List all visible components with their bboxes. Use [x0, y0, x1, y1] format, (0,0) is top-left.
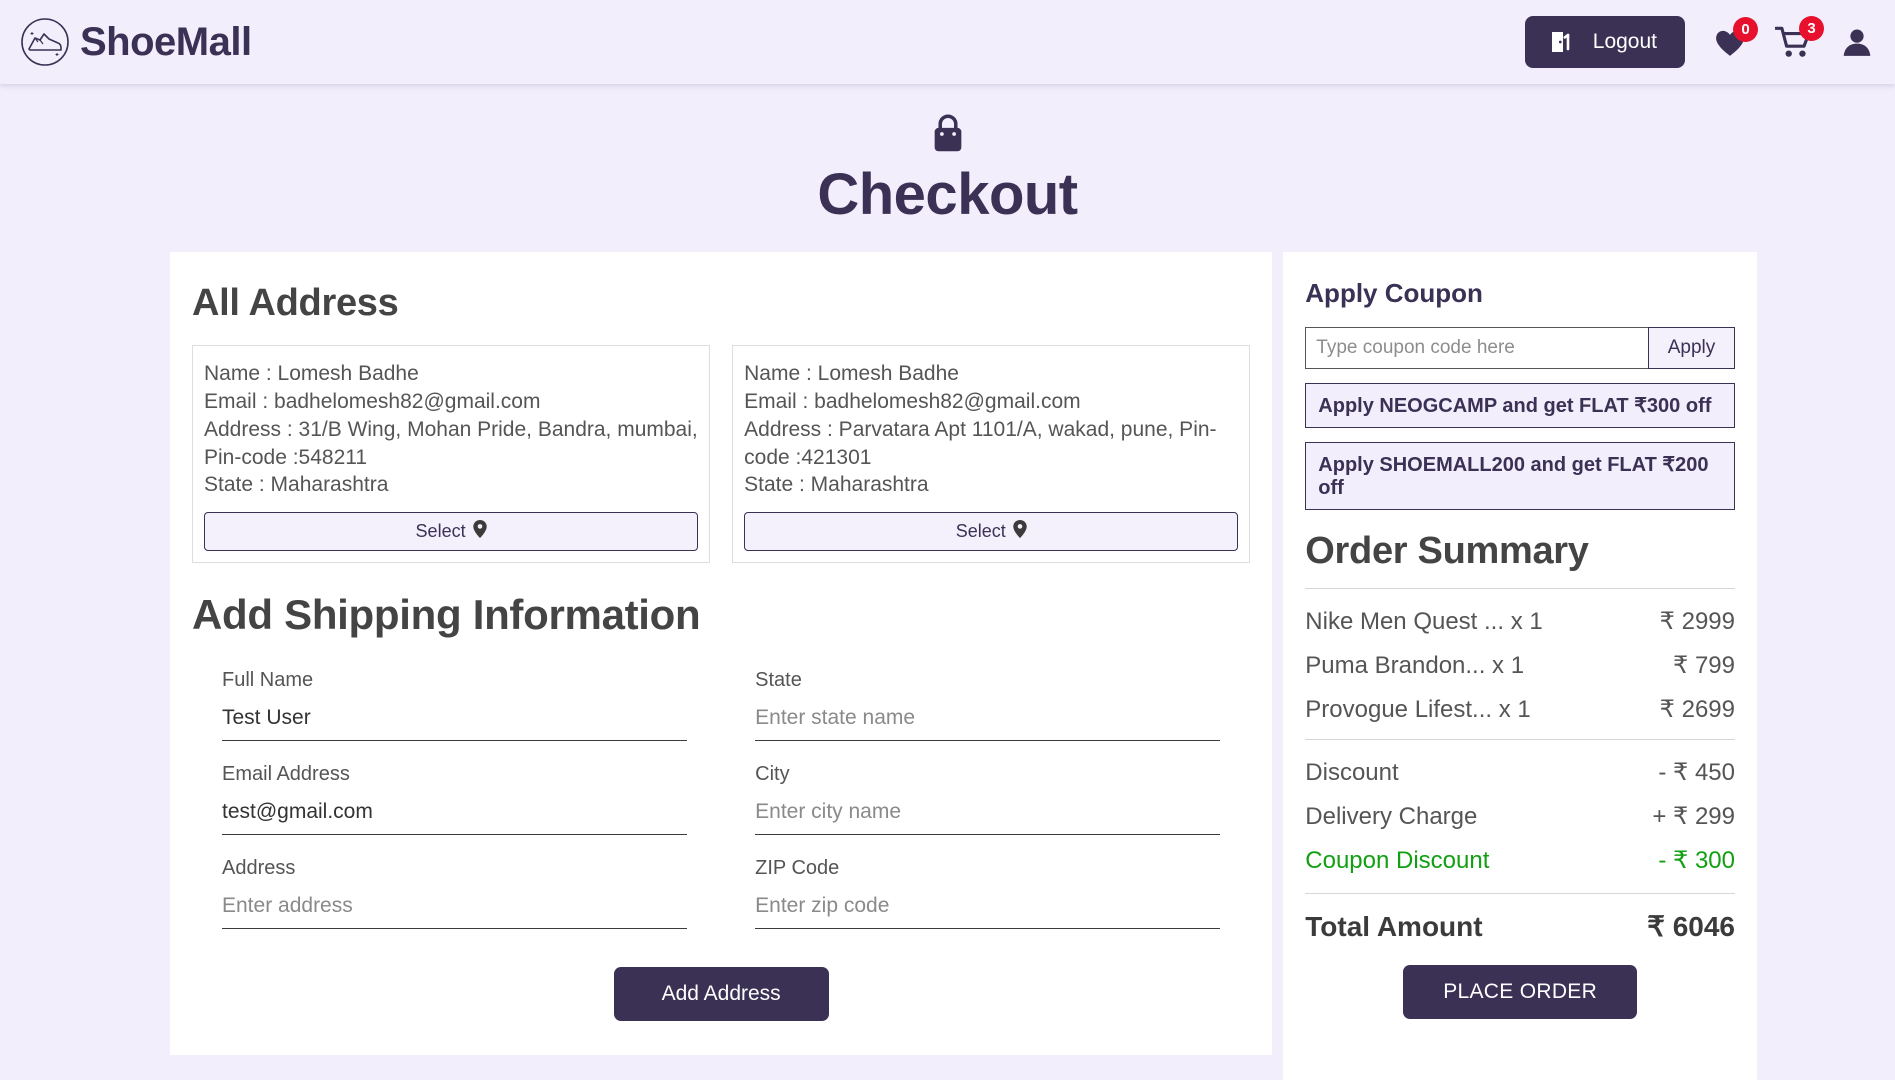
map-pin-icon: [1013, 520, 1027, 543]
delivery-charge-row: Delivery Charge + ₹ 299: [1305, 787, 1735, 831]
address-card[interactable]: Name : Lomesh Badhe Email : badhelomesh8…: [732, 344, 1251, 564]
discount-row: Discount - ₹ 450: [1305, 740, 1735, 787]
field-label: Full Name: [222, 669, 314, 692]
select-address-label: Select: [955, 521, 1006, 542]
wishlist-badge: 0: [1733, 17, 1758, 42]
field-label: City: [755, 763, 790, 786]
place-order-row: PLACE ORDER: [1305, 964, 1735, 1019]
logout-button[interactable]: Logout: [1524, 16, 1685, 68]
address-name: Name : Lomesh Badhe: [204, 361, 419, 385]
coupon-code-input[interactable]: [1305, 326, 1648, 369]
apply-coupon-button[interactable]: Apply: [1648, 326, 1735, 369]
coupon-input-row: Apply: [1305, 326, 1735, 369]
address-card-list: Name : Lomesh Badhe Email : badhelomesh8…: [192, 344, 1251, 564]
address-street: Address : 31/B Wing, Mohan Pride, Bandra…: [204, 417, 698, 469]
summary-item-name: Provogue Lifest... x 1: [1305, 695, 1531, 723]
field-city: City: [755, 763, 1221, 849]
delivery-charge-label: Delivery Charge: [1305, 802, 1478, 830]
field-label: Address: [222, 857, 296, 880]
full-name-input[interactable]: [222, 692, 688, 742]
coupon-offer-shoemall200[interactable]: Apply SHOEMALL200 and get FLAT ₹200 off: [1305, 441, 1735, 510]
address-name: Name : Lomesh Badhe: [744, 361, 959, 385]
address-street: Address : Parvatara Apt 1101/A, wakad, p…: [744, 417, 1217, 469]
add-address-row: Add Address: [192, 967, 1250, 1022]
cart-badge: 3: [1799, 16, 1824, 41]
logout-label: Logout: [1592, 30, 1657, 53]
apply-coupon-title: Apply Coupon: [1305, 277, 1483, 308]
shipping-form: Full Name State Email Address City Addre…: [192, 669, 1250, 943]
delivery-charge-value: + ₹ 299: [1652, 802, 1735, 830]
email-input[interactable]: [222, 786, 688, 836]
select-address-label: Select: [415, 521, 466, 542]
address-input[interactable]: [222, 880, 688, 930]
header-actions: Logout 0 3: [1524, 16, 1873, 68]
coupon-discount-row: Coupon Discount - ₹ 300: [1305, 831, 1735, 875]
field-label: State: [755, 669, 802, 692]
shopping-bag-icon: [929, 114, 967, 159]
add-address-button[interactable]: Add Address: [613, 967, 829, 1022]
field-label: ZIP Code: [755, 857, 840, 880]
summary-item-name: Puma Brandon... x 1: [1305, 651, 1525, 679]
coupon-discount-value: - ₹ 300: [1658, 846, 1735, 874]
address-state: State : Maharashtra: [204, 473, 389, 497]
select-address-button[interactable]: Select: [744, 512, 1239, 552]
coupon-offer-neogcamp[interactable]: Apply NEOGCAMP and get FLAT ₹300 off: [1305, 382, 1735, 428]
site-header: ShoeMall Logout 0 3: [0, 0, 1895, 84]
summary-item-price: ₹ 2999: [1659, 607, 1735, 635]
profile-button[interactable]: [1841, 26, 1873, 58]
field-address: Address: [222, 857, 688, 943]
city-input[interactable]: [755, 786, 1221, 836]
summary-panel: Apply Coupon Apply Apply NEOGCAMP and ge…: [1283, 251, 1757, 1080]
place-order-button[interactable]: PLACE ORDER: [1403, 964, 1638, 1019]
address-panel: All Address Name : Lomesh Badhe Email : …: [170, 251, 1273, 1056]
total-amount-row: Total Amount ₹ 6046: [1305, 894, 1735, 943]
summary-item-price: ₹ 2699: [1659, 695, 1735, 723]
discount-label: Discount: [1305, 758, 1399, 786]
order-summary-title: Order Summary: [1305, 529, 1589, 572]
address-state: State : Maharashtra: [744, 473, 929, 497]
zip-code-input[interactable]: [755, 880, 1221, 930]
brand-name: ShoeMall: [80, 20, 252, 64]
shoe-circle-logo-icon: [20, 17, 70, 67]
total-amount-value: ₹ 6046: [1647, 910, 1735, 942]
summary-item-row: Provogue Lifest... x 1 ₹ 2699: [1305, 680, 1735, 724]
address-email: Email : badhelomesh82@gmail.com: [744, 389, 1081, 413]
checkout-layout: All Address Name : Lomesh Badhe Email : …: [0, 251, 1895, 1080]
field-email-address: Email Address: [222, 763, 688, 849]
page-title: Checkout: [817, 162, 1078, 227]
user-person-icon: [1841, 26, 1873, 58]
shipping-form-title: Add Shipping Information: [192, 591, 701, 639]
discount-value: - ₹ 450: [1658, 758, 1735, 786]
summary-item-row: Puma Brandon... x 1 ₹ 799: [1305, 636, 1735, 680]
all-address-title: All Address: [192, 281, 399, 324]
brand-logo[interactable]: ShoeMall: [20, 17, 252, 67]
page-title-block: Checkout: [0, 84, 1895, 227]
summary-item-price: ₹ 799: [1673, 651, 1735, 679]
logout-door-icon: [1549, 29, 1575, 55]
field-zip-code: ZIP Code: [755, 857, 1221, 943]
field-state: State: [755, 669, 1221, 755]
wishlist-button[interactable]: 0: [1713, 17, 1758, 58]
field-full-name: Full Name: [222, 669, 688, 755]
coupon-discount-label: Coupon Discount: [1305, 846, 1490, 874]
summary-item-name: Nike Men Quest ... x 1: [1305, 607, 1543, 635]
map-pin-icon: [472, 520, 487, 543]
state-input[interactable]: [755, 692, 1221, 742]
total-amount-label: Total Amount: [1305, 910, 1483, 942]
select-address-button[interactable]: Select: [204, 512, 699, 552]
address-card[interactable]: Name : Lomesh Badhe Email : badhelomesh8…: [192, 344, 711, 564]
field-label: Email Address: [222, 763, 350, 786]
address-email: Email : badhelomesh82@gmail.com: [204, 389, 541, 413]
summary-item-row: Nike Men Quest ... x 1 ₹ 2999: [1305, 589, 1735, 636]
cart-button[interactable]: 3: [1775, 16, 1824, 59]
